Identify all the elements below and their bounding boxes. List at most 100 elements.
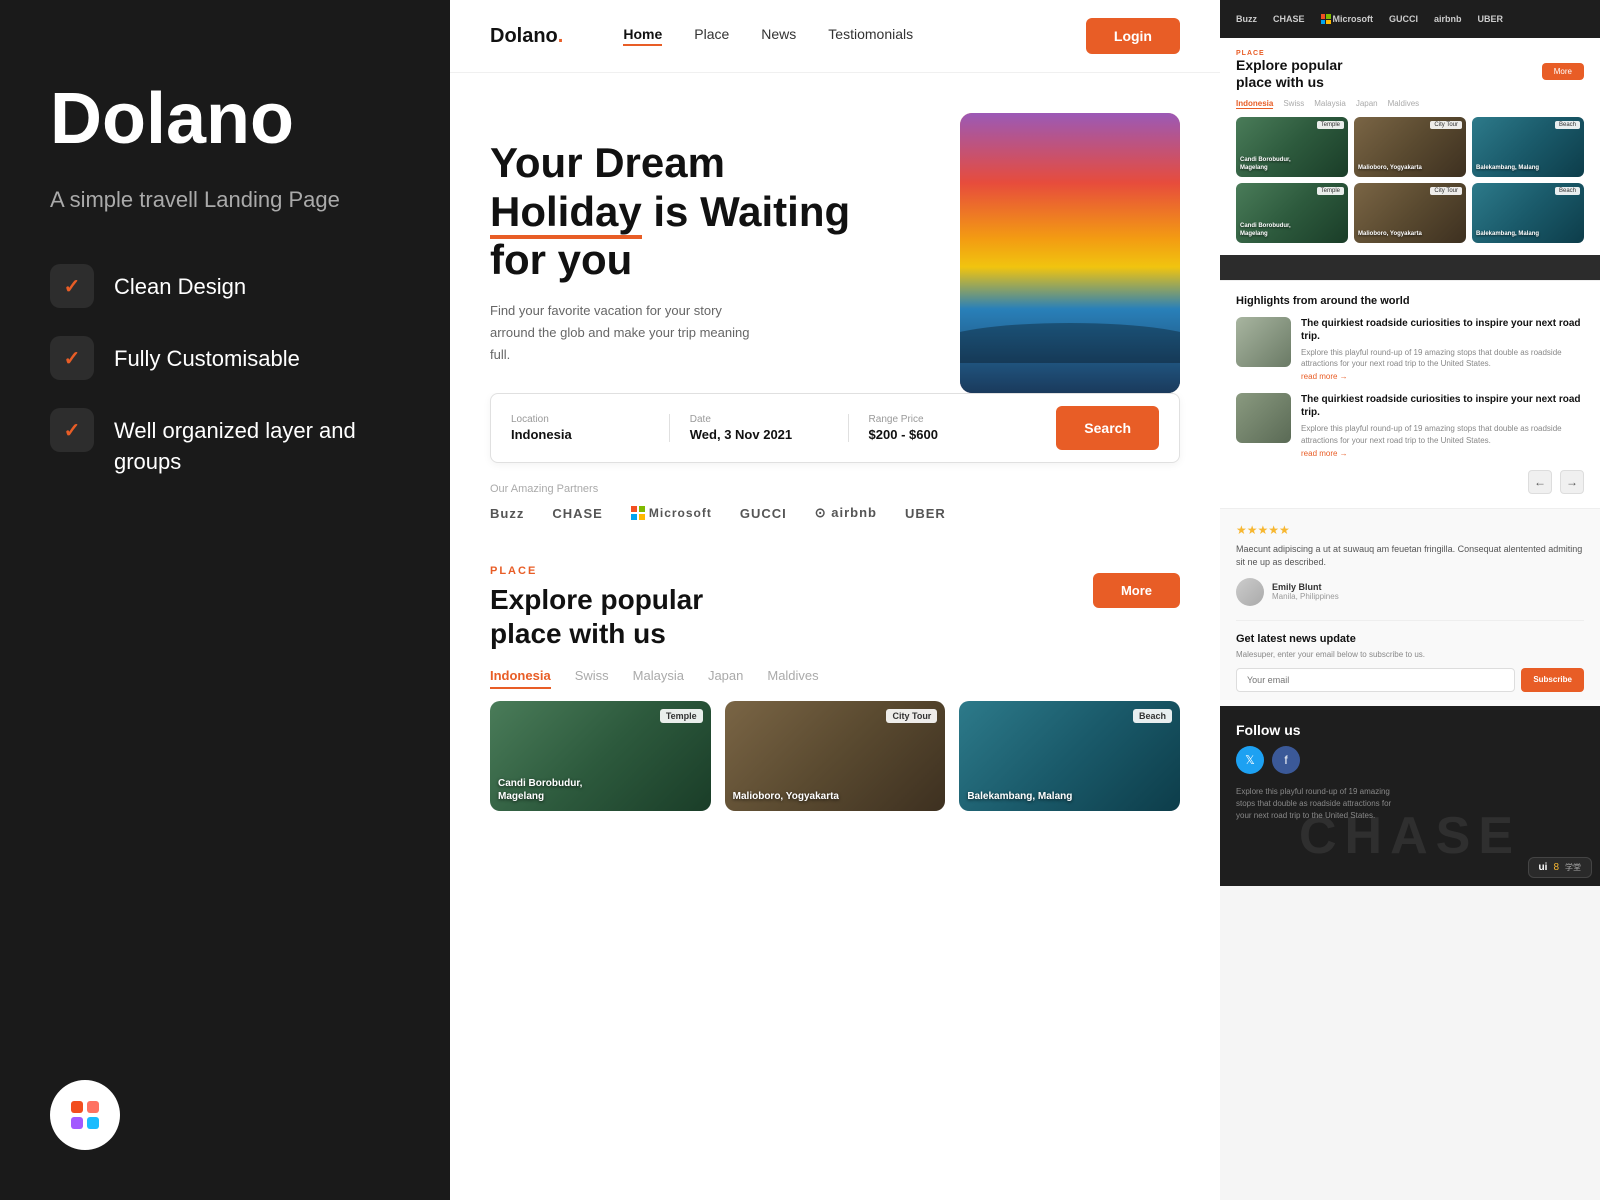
nav-arrows: ← →	[1236, 470, 1584, 494]
site-nav: Home Place News Testiomonials	[623, 26, 913, 46]
prev-arrow[interactable]: ←	[1528, 470, 1552, 494]
rt-more-button[interactable]: More	[1542, 63, 1584, 80]
next-arrow[interactable]: →	[1560, 470, 1584, 494]
date-value[interactable]: Wed, 3 Nov 2021	[690, 427, 828, 442]
feature-list: ✓ Clean Design ✓ Fully Customisable ✓ We…	[50, 264, 400, 478]
right-dark: Follow us 𝕏 f Explore this playful round…	[1220, 706, 1600, 886]
card-label-3: Balekambang, Malang	[967, 790, 1072, 803]
nav-testimonials[interactable]: Testiomonials	[828, 26, 913, 46]
site-hero: Your Dream Holiday is Waiting for you Fi…	[450, 73, 1220, 393]
articles-section-title: Highlights from around the world	[1236, 295, 1584, 307]
card-label-1: Candi Borobudur,Magelang	[498, 777, 582, 803]
card-tag-2: City Tour	[886, 709, 937, 723]
rt-card-2[interactable]: City Tour Malioboro, Yogyakarta	[1354, 117, 1466, 177]
rt-tab-japan[interactable]: Japan	[1356, 99, 1378, 109]
rt-card-3[interactable]: Beach Balekambang, Malang	[1472, 117, 1584, 177]
tab-malaysia[interactable]: Malaysia	[633, 668, 684, 689]
read-more-1[interactable]: read more →	[1301, 372, 1584, 381]
nav-place[interactable]: Place	[694, 26, 729, 46]
place-card-3[interactable]: Beach Balekambang, Malang	[959, 701, 1180, 811]
hero-title-line1: Your Dream	[490, 139, 725, 186]
rt-partner-buzz: Buzz	[1236, 14, 1257, 24]
right-top-nav: Buzz CHASE Microsoft GUCCI airbnb UBER	[1220, 0, 1600, 38]
site-navbar: Dolano. Home Place News Testiomonials Lo…	[450, 0, 1220, 73]
article-2: The quirkiest roadside curiosities to in…	[1236, 393, 1584, 457]
place-card-2[interactable]: City Tour Malioboro, Yogyakarta	[725, 701, 946, 811]
nav-home[interactable]: Home	[623, 26, 662, 46]
rt-partner-chase: CHASE	[1273, 14, 1305, 24]
chase-watermark: CHASE	[1299, 806, 1521, 866]
right-mid: Highlights from around the world The qui…	[1220, 280, 1600, 508]
newsletter-section: Get latest news update Malesuper, enter …	[1236, 620, 1584, 692]
article-body-1: Explore this playful round-up of 19 amaz…	[1301, 347, 1584, 369]
rt-tabs: Indonesia Swiss Malaysia Japan Maldives	[1236, 95, 1584, 109]
rt-section-tag: PLACE	[1236, 50, 1584, 57]
hero-description: Find your favorite vacation for your sto…	[490, 300, 770, 366]
place-section-tag: PLACE	[490, 565, 703, 577]
read-more-2[interactable]: read more →	[1301, 449, 1584, 458]
logo-dot: .	[558, 25, 564, 47]
rt-place-section: PLACE Explore popular place with us More…	[1220, 38, 1600, 255]
place-card-1[interactable]: Temple Candi Borobudur,Magelang	[490, 701, 711, 811]
rt-tab-malaysia[interactable]: Malaysia	[1314, 99, 1346, 109]
hero-title-highlight: Holiday	[490, 188, 642, 239]
tab-maldives[interactable]: Maldives	[767, 668, 818, 689]
feature-label-3: Well organized layer and groups	[114, 408, 400, 478]
search-bar: Location Indonesia Date Wed, 3 Nov 2021 …	[490, 393, 1180, 463]
partner-buzz: Buzz	[490, 506, 524, 521]
twitter-icon[interactable]: 𝕏	[1236, 746, 1264, 774]
feature-item-3: ✓ Well organized layer and groups	[50, 408, 400, 478]
search-button[interactable]: Search	[1056, 406, 1159, 450]
site-logo: Dolano.	[490, 25, 563, 48]
rt-card-6[interactable]: Beach Balekambang, Malang	[1472, 183, 1584, 243]
tab-japan[interactable]: Japan	[708, 668, 743, 689]
location-value[interactable]: Indonesia	[511, 427, 649, 442]
rt-card-1[interactable]: Temple Candi Borobudur,Magelang	[1236, 117, 1348, 177]
rt-tab-maldives[interactable]: Maldives	[1388, 99, 1420, 109]
article-image-1	[1236, 317, 1291, 367]
price-field: Range Price $200 - $600	[869, 414, 1027, 442]
feature-label-1: Clean Design	[114, 264, 246, 303]
rt-tab-indonesia[interactable]: Indonesia	[1236, 99, 1273, 109]
place-more-button[interactable]: More	[1093, 573, 1180, 608]
center-panel: Dolano. Home Place News Testiomonials Lo…	[450, 0, 1220, 1200]
tab-indonesia[interactable]: Indonesia	[490, 668, 551, 689]
reviewer-location: Manila, Philippines	[1272, 592, 1339, 601]
place-tabs: Indonesia Swiss Malaysia Japan Maldives	[490, 668, 1180, 689]
card-tag-1: Temple	[660, 709, 703, 723]
partners-logos: Buzz CHASE Microsoft GUCCI ⊙ airbnb UBER	[490, 505, 1180, 521]
reviewer-avatar	[1236, 578, 1264, 606]
app-subtitle: A simple travell Landing Page	[50, 183, 400, 216]
left-panel: Dolano A simple travell Landing Page ✓ C…	[0, 0, 450, 1200]
rt-partner-microsoft: Microsoft	[1321, 14, 1374, 24]
right-top: Buzz CHASE Microsoft GUCCI airbnb UBER P…	[1220, 0, 1600, 280]
ui8-badge: ui 8 学堂	[1528, 857, 1592, 878]
rt-place-grid: Temple Candi Borobudur,Magelang City Tou…	[1236, 117, 1584, 243]
social-row: 𝕏 f	[1236, 746, 1584, 774]
price-value[interactable]: $200 - $600	[869, 427, 1007, 442]
rt-partner-gucci: GUCCI	[1389, 14, 1418, 24]
newsletter-title: Get latest news update	[1236, 633, 1584, 645]
place-card-img-2: City Tour Malioboro, Yogyakarta	[725, 701, 946, 811]
newsletter-subscribe-button[interactable]: Subscribe	[1521, 668, 1584, 692]
partners-label: Our Amazing Partners	[490, 483, 1180, 495]
newsletter-input[interactable]	[1236, 668, 1515, 692]
rt-tab-swiss[interactable]: Swiss	[1283, 99, 1304, 109]
login-button[interactable]: Login	[1086, 18, 1180, 54]
figma-logo	[50, 1080, 120, 1150]
tab-swiss[interactable]: Swiss	[575, 668, 609, 689]
check-icon-3: ✓	[50, 408, 94, 452]
partners-section: Our Amazing Partners Buzz CHASE Microsof…	[450, 463, 1220, 541]
hero-title-line3: for you	[490, 236, 632, 283]
newsletter-form: Subscribe	[1236, 668, 1584, 692]
ui8-text: ui	[1539, 862, 1548, 873]
nav-news[interactable]: News	[761, 26, 796, 46]
rt-card-5[interactable]: City Tour Malioboro, Yogyakarta	[1354, 183, 1466, 243]
hero-text: Your Dream Holiday is Waiting for you Fi…	[490, 139, 940, 366]
rt-section-title: Explore popular place with us	[1236, 57, 1584, 91]
rt-card-4[interactable]: Temple Candi Borobudur,Magelang	[1236, 183, 1348, 243]
place-section: PLACE Explore popular place with us More…	[450, 541, 1220, 821]
facebook-icon[interactable]: f	[1272, 746, 1300, 774]
app-title: Dolano	[50, 80, 400, 159]
right-bottom: ★★★★★ Maecunt adipiscing a ut at suwauq …	[1220, 508, 1600, 706]
